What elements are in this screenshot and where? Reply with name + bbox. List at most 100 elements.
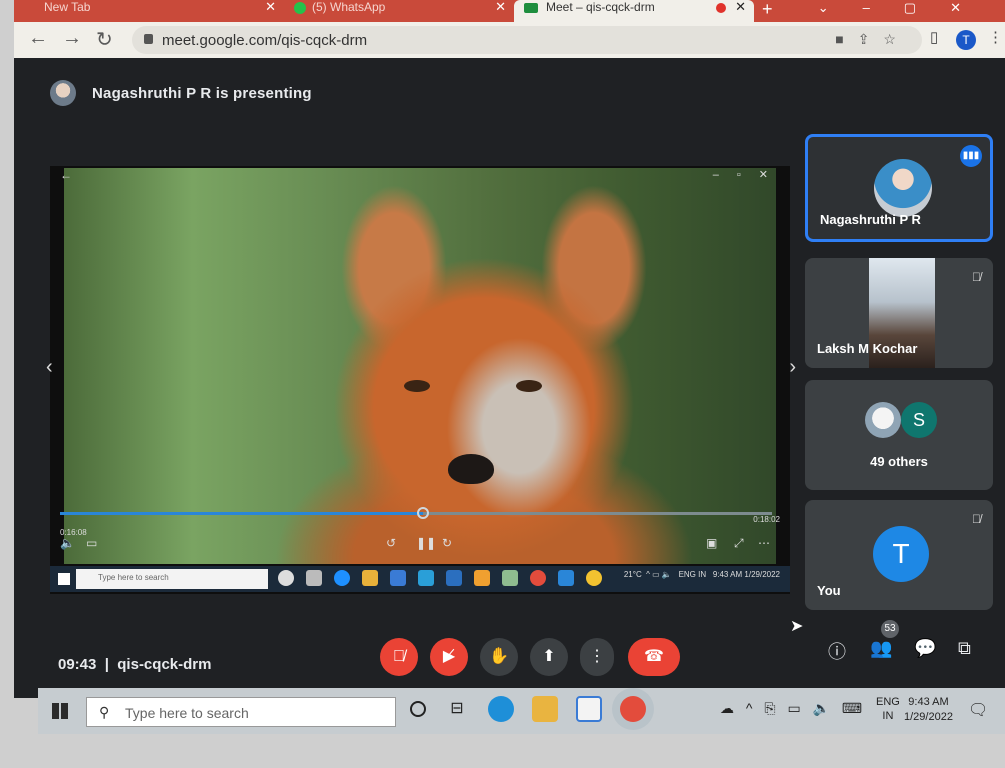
participant-tile-you[interactable]: T 🎙̸ You bbox=[805, 500, 993, 610]
system-tray[interactable]: ☁ ^ ⎘ ▭ 🔈 ⌨ bbox=[720, 700, 866, 717]
avatar-letter: S bbox=[901, 402, 937, 438]
lang-top: ENG bbox=[876, 696, 900, 708]
whatsapp-icon bbox=[294, 1, 306, 14]
volume-icon[interactable]: 🔈 bbox=[60, 536, 75, 550]
participant-tile-others[interactable]: S 49 others bbox=[805, 380, 993, 490]
video-back-icon[interactable]: ← bbox=[60, 168, 72, 182]
app-icon bbox=[446, 570, 462, 586]
video-frame bbox=[64, 168, 776, 564]
back-icon[interactable]: ← bbox=[28, 27, 48, 50]
avatar-letter: T bbox=[873, 526, 929, 582]
lang-bottom: IN bbox=[882, 710, 894, 722]
more-icon[interactable]: ⋯ bbox=[758, 536, 770, 550]
vlc-icon bbox=[474, 570, 490, 586]
url-text: meet.google.com/qis-cqck-drm bbox=[162, 32, 368, 49]
cast-icon[interactable]: ▭ bbox=[86, 536, 97, 550]
menu-icon[interactable]: ⋮ bbox=[988, 28, 1003, 46]
shared-taskbar: Type here to search 21°C ^ ▭ 🔈 ENG IN 9:… bbox=[50, 566, 790, 592]
meeting-details: 09:43 | qis-cqck-drm bbox=[58, 656, 211, 673]
edge-icon[interactable] bbox=[488, 696, 514, 722]
store-icon bbox=[390, 570, 406, 586]
address-bar[interactable]: meet.google.com/qis-cqck-drm ■⇪☆ bbox=[132, 26, 922, 54]
seek-bar[interactable] bbox=[60, 507, 772, 519]
sidepanel-icon[interactable]: ▯ bbox=[930, 28, 938, 46]
profile-avatar[interactable]: T bbox=[956, 30, 976, 50]
avatar bbox=[874, 159, 932, 217]
remaining-time: 0:18:02 bbox=[753, 515, 780, 524]
tab-meet[interactable]: Meet – qis-cqck-drm ✕ bbox=[514, 0, 754, 22]
dog-eye bbox=[404, 380, 430, 392]
taskbar-search-box[interactable]: ⚲ Type here to search bbox=[86, 697, 396, 727]
task-view-icon bbox=[306, 570, 322, 586]
pause-icon[interactable]: ❚❚ bbox=[416, 536, 436, 550]
store-icon[interactable] bbox=[576, 696, 602, 722]
mouse-cursor: ➤ bbox=[790, 618, 804, 635]
shared-lang-top: ENG bbox=[678, 570, 696, 579]
participant-name: You bbox=[817, 583, 841, 598]
browser-toolbar: ← → ↻ meet.google.com/qis-cqck-drm ■⇪☆ ▯… bbox=[14, 22, 1005, 58]
video-window-controls[interactable]: –▫✕ bbox=[713, 168, 786, 181]
dog-eye bbox=[516, 380, 542, 392]
rewind-icon[interactable]: ↺ bbox=[386, 536, 396, 550]
clock[interactable]: 9:43 AM 1/29/2022 bbox=[904, 695, 953, 725]
people-icon[interactable]: 👥 bbox=[870, 638, 892, 659]
tab-label: (5) WhatsApp bbox=[312, 0, 386, 14]
file-explorer-icon[interactable] bbox=[532, 696, 558, 722]
language-indicator[interactable]: ENG IN bbox=[876, 695, 900, 723]
next-icon[interactable]: › bbox=[789, 356, 796, 379]
forward-icon[interactable]: → bbox=[62, 27, 82, 50]
fullscreen-icon[interactable]: ⤢ bbox=[734, 536, 744, 551]
present-button[interactable]: ⬆ bbox=[530, 638, 568, 676]
people-count-badge: 53 bbox=[881, 620, 899, 638]
seek-knob[interactable] bbox=[417, 507, 430, 519]
app-icon bbox=[502, 570, 518, 586]
participant-tile-presenter[interactable]: ▮▮▮ Nagashruthi P R bbox=[805, 134, 993, 242]
new-tab-button[interactable]: + bbox=[762, 0, 773, 18]
close-icon[interactable]: ✕ bbox=[735, 0, 746, 14]
notification-icon[interactable]: 🗨 bbox=[968, 700, 988, 720]
search-placeholder: Type here to search bbox=[125, 705, 249, 721]
chat-icon[interactable]: 💬 bbox=[914, 638, 936, 659]
mail-icon bbox=[418, 570, 434, 586]
meeting-time: 09:43 bbox=[58, 656, 97, 673]
monitor: New Tab ✕ (5) WhatsApp ✕ Meet – qis-cqck… bbox=[0, 0, 1005, 768]
mic-off-button[interactable]: 🎙̸ bbox=[380, 638, 418, 676]
info-icon[interactable]: ⓘ bbox=[828, 638, 846, 664]
window-controls[interactable]: ⌄–▢✕ bbox=[818, 0, 995, 16]
shared-clock-time: 9:43 AM bbox=[712, 570, 743, 579]
previous-icon[interactable]: ‹ bbox=[46, 356, 53, 379]
miniplayer-icon[interactable]: ▣ bbox=[706, 536, 717, 550]
more-options-button[interactable]: ⋮ bbox=[580, 638, 614, 676]
reload-icon[interactable]: ↻ bbox=[96, 27, 113, 52]
chrome-icon bbox=[530, 570, 546, 586]
meet-icon bbox=[524, 2, 538, 13]
media-player-icon bbox=[558, 570, 574, 586]
mic-off-icon: 🎙̸ bbox=[972, 270, 981, 284]
participant-tile-laksh[interactable]: 🎙̸ Laksh M Kochar bbox=[805, 258, 993, 368]
participant-name: Nagashruthi P R bbox=[820, 212, 921, 227]
cortana-icon[interactable] bbox=[410, 701, 426, 717]
others-count: 49 others bbox=[870, 454, 928, 469]
activities-icon[interactable]: ⧉ bbox=[958, 638, 971, 659]
cortana-icon bbox=[278, 570, 294, 586]
temperature: 21°C bbox=[623, 570, 642, 579]
shared-screen[interactable]: ← –▫✕ ‹ › 0:16:08 0:18:02 🔈 ▭ ↺ ❚❚ ↻ ▣ ⤢… bbox=[46, 166, 796, 594]
windows-start-icon[interactable] bbox=[52, 703, 68, 719]
leave-call-button[interactable]: ☎ bbox=[628, 638, 680, 676]
shared-taskbar-icons bbox=[278, 570, 602, 588]
raise-hand-button[interactable]: ✋ bbox=[480, 638, 518, 676]
omnibox-icons[interactable]: ■⇪☆ bbox=[835, 31, 910, 48]
forward-30-icon[interactable]: ↻ bbox=[442, 536, 452, 550]
close-icon[interactable]: ✕ bbox=[495, 0, 506, 14]
close-icon[interactable]: ✕ bbox=[265, 0, 276, 14]
chrome-icon[interactable] bbox=[620, 696, 646, 722]
tab-whatsapp[interactable]: (5) WhatsApp ✕ bbox=[284, 0, 514, 22]
windows-taskbar: ⚲ Type here to search ⊟ ☁ ^ ⎘ ▭ 🔈 ⌨ ENG … bbox=[38, 688, 1005, 734]
shared-search-box: Type here to search bbox=[76, 569, 268, 589]
tab-label: Meet – qis-cqck-drm bbox=[546, 0, 655, 14]
explorer-icon bbox=[362, 570, 378, 586]
tab-new-tab[interactable]: New Tab ✕ bbox=[34, 0, 284, 22]
task-view-icon[interactable]: ⊟ bbox=[444, 696, 470, 722]
avatar bbox=[865, 402, 901, 438]
camera-off-button[interactable]: ▶̸ bbox=[430, 638, 468, 676]
